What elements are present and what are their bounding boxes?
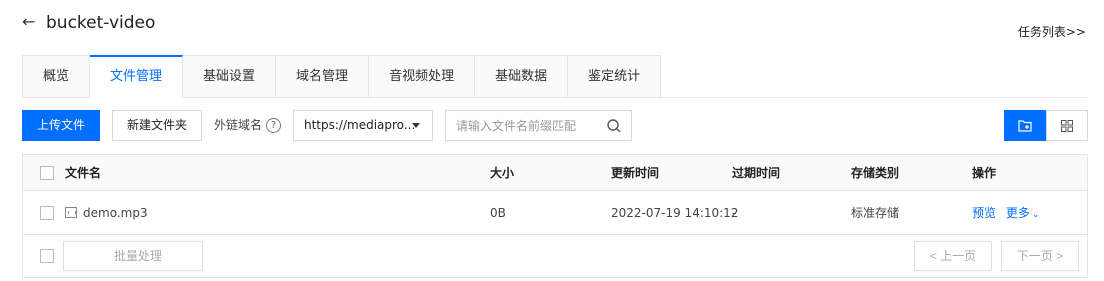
file-table: 文件名 大小 更新时间 过期时间 存储类别 操作 demo.mp3 0B 202… xyxy=(22,154,1088,278)
view-switch xyxy=(1004,110,1088,141)
more-label: 更多 xyxy=(1005,206,1030,220)
tab-basic-settings[interactable]: 基础设置 xyxy=(183,55,277,98)
tab-domain-management[interactable]: 域名管理 xyxy=(276,55,370,98)
folder-add-icon[interactable] xyxy=(1004,110,1046,141)
more-dropdown[interactable]: 更多 ⌄ xyxy=(1006,206,1040,220)
file-updated: 2022-07-19 14:10:12 xyxy=(611,206,739,220)
preview-link[interactable]: 预览 xyxy=(972,206,996,220)
select-all-checkbox[interactable] xyxy=(40,166,54,180)
domain-select-value: https://mediapro... xyxy=(304,118,416,132)
column-header-updated: 更新时间 xyxy=(611,166,660,180)
task-list-link[interactable]: 任务列表>> xyxy=(1018,24,1086,40)
tab-overview[interactable]: 概览 xyxy=(22,55,91,98)
prev-page-button[interactable]: < 上一页 xyxy=(914,241,992,271)
tab-audit-statistics[interactable]: 鉴定统计 xyxy=(568,55,662,98)
row-actions: 预览 更多 ⌄ xyxy=(972,191,1039,237)
tab-basic-data[interactable]: 基础数据 xyxy=(475,55,569,98)
column-header-name: 文件名 xyxy=(65,166,102,180)
upload-file-button[interactable]: 上传文件 xyxy=(22,110,100,141)
arrow-left-icon[interactable]: ← xyxy=(22,12,40,32)
search-icon[interactable] xyxy=(606,118,622,134)
grid-view-icon[interactable] xyxy=(1046,110,1088,141)
search-input[interactable] xyxy=(446,111,596,140)
file-name-cell[interactable]: demo.mp3 xyxy=(65,191,148,235)
column-header-size: 大小 xyxy=(490,166,515,180)
chevron-down-icon: ⌄ xyxy=(1031,210,1040,220)
column-header-storage: 存储类别 xyxy=(851,166,900,180)
row-checkbox[interactable] xyxy=(40,206,54,220)
toolbar: 上传文件 新建文件夹 外链域名 ? https://mediapro... xyxy=(22,110,1088,142)
file-expires: - xyxy=(732,206,737,220)
tab-file-management[interactable]: 文件管理 xyxy=(90,55,184,98)
page-title: bucket-video xyxy=(46,13,156,33)
table-row: demo.mp3 0B 2022-07-19 14:10:12 - 标准存储 预… xyxy=(23,191,1087,235)
search-box xyxy=(445,110,632,141)
tab-media-processing[interactable]: 音视频处理 xyxy=(369,55,476,98)
table-header: 文件名 大小 更新时间 过期时间 存储类别 操作 xyxy=(23,155,1087,191)
file-storage-class: 标准存储 xyxy=(851,206,900,220)
domain-label: 外链域名 xyxy=(214,118,263,132)
question-circle-icon[interactable]: ? xyxy=(266,118,281,133)
file-size: 0B xyxy=(490,206,506,220)
page-header: ← bucket-video 任务列表>> xyxy=(0,0,1104,50)
footer-select-checkbox[interactable] xyxy=(40,249,54,263)
table-footer: 批量处理 < 上一页 下一页 > xyxy=(23,235,1087,277)
audio-file-icon xyxy=(65,207,77,218)
tab-bar: 概览 文件管理 基础设置 域名管理 音视频处理 基础数据 鉴定统计 xyxy=(22,55,1088,98)
batch-process-button[interactable]: 批量处理 xyxy=(63,241,203,271)
domain-select[interactable]: https://mediapro... xyxy=(293,110,433,141)
column-header-actions: 操作 xyxy=(972,166,997,180)
file-name: demo.mp3 xyxy=(83,206,148,220)
caret-down-icon xyxy=(412,123,420,128)
column-header-expires: 过期时间 xyxy=(732,166,781,180)
new-folder-button[interactable]: 新建文件夹 xyxy=(112,110,202,141)
next-page-button[interactable]: 下一页 > xyxy=(1001,241,1079,271)
